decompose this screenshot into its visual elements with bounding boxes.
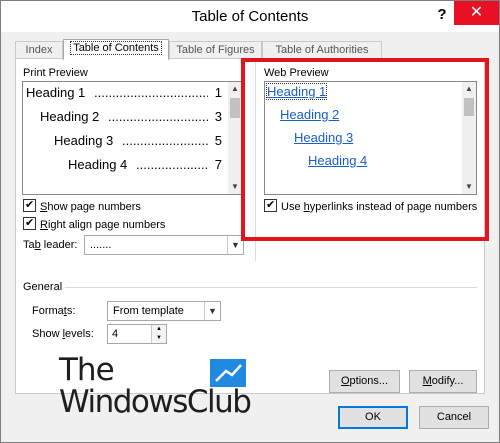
chevron-down-icon[interactable]: ▼ [227,236,243,254]
ok-button[interactable]: OK [338,406,408,429]
tab-index[interactable]: Index [15,41,63,59]
print-preview-entry: Heading 2...............................… [40,109,222,124]
formats-select[interactable]: From template ▼ [107,301,221,321]
web-preview-link[interactable]: Heading 2 [280,107,339,122]
toc-dialog: Table of Contents ? ✕ Index Table of Con… [0,0,500,443]
watermark-logo-icon [210,359,246,387]
web-preview-link[interactable]: Heading 4 [308,153,367,168]
right-align-page-numbers-checkbox[interactable]: Right align page numbers [23,216,165,231]
options-button[interactable]: Options... [329,370,400,393]
formats-label: Formats: [32,305,76,317]
checkbox-checked-icon[interactable] [23,198,36,212]
watermark-text-line2: WindowsClub [59,384,252,420]
tab-leader-select[interactable]: ....... ▼ [84,235,244,255]
scroll-up-icon[interactable]: ▲ [462,82,476,96]
general-divider [65,287,477,288]
scroll-down-icon[interactable]: ▼ [462,180,476,194]
tab-figures-label: Table of Figures [176,44,255,56]
spin-down-icon[interactable]: ▼ [151,334,166,343]
help-button[interactable]: ? [432,4,452,26]
print-preview-entry: Heading 3...............................… [54,133,222,148]
print-preview-entry: Heading 4...............................… [68,157,222,172]
spin-up-icon[interactable]: ▲ [151,325,166,334]
print-preview-entry: Heading 1...............................… [26,85,222,100]
print-preview-box[interactable]: Heading 1...............................… [22,81,243,195]
scroll-up-icon[interactable]: ▲ [228,82,242,96]
use-hyperlinks-checkbox[interactable]: Use hyperlinks instead of page numbers [264,198,477,213]
tab-table-of-figures[interactable]: Table of Figures [169,41,262,59]
show-levels-stepper[interactable]: 4 ▲ ▼ [107,324,167,344]
close-button[interactable]: ✕ [454,1,499,25]
scroll-thumb[interactable] [230,98,240,118]
web-preview-link[interactable]: Heading 1 [265,83,328,100]
show-page-numbers-checkbox[interactable]: Show page numbers [23,198,141,213]
tab-authorities-label: Table of Authorities [275,44,369,56]
show-levels-label: Show levels: [32,328,94,340]
web-preview-scrollbar[interactable]: ▲ ▼ [462,82,476,194]
tab-leader-label: Tab leader: [23,239,78,251]
print-preview-label: Print Preview [23,67,88,79]
chevron-down-icon[interactable]: ▼ [204,302,220,320]
scroll-down-icon[interactable]: ▼ [228,180,242,194]
dialog-title: Table of Contents [191,8,309,25]
watermark-text-line1: The [59,352,115,388]
modify-button[interactable]: Modify... [409,370,477,393]
checkbox-checked-icon[interactable] [23,216,36,230]
checkbox-checked-icon[interactable] [264,198,277,212]
tab-table-of-contents[interactable]: Table of Contents [63,39,169,60]
tab-table-of-authorities[interactable]: Table of Authorities [262,41,382,59]
tab-index-label: Index [25,44,53,56]
tab-toc-label: Table of Contents [70,41,162,55]
web-preview-box[interactable]: Heading 1 Heading 2 Heading 3 Heading 4 … [264,81,477,195]
web-preview-label: Web Preview [264,67,329,79]
print-preview-scrollbar[interactable]: ▲ ▼ [228,82,242,194]
title-bar: Table of Contents ? ✕ [1,1,499,32]
cancel-button[interactable]: Cancel [419,406,489,429]
column-divider [255,61,256,261]
general-label: General [23,281,63,293]
scroll-thumb[interactable] [464,98,474,116]
web-preview-link[interactable]: Heading 3 [294,130,353,145]
